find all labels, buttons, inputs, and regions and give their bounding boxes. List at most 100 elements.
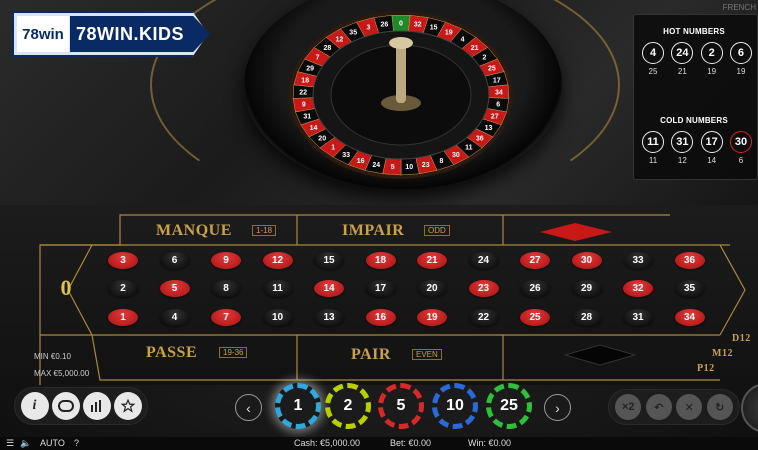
wheel-number-25: 25 xyxy=(488,66,496,73)
auto-play-button[interactable]: AUTO xyxy=(40,438,65,448)
bet-actions: ×2 ↶ ✕ ↻ xyxy=(608,389,740,425)
rebet-icon: ↻ xyxy=(715,401,725,414)
menu-icon[interactable]: ☰ xyxy=(6,438,14,449)
wheel-number-2: 2 xyxy=(482,55,486,62)
wheel-number-13: 13 xyxy=(485,125,493,132)
chip-5[interactable]: 5 xyxy=(378,383,424,429)
statistics-button[interactable] xyxy=(82,392,111,420)
cold-number-count: 11 xyxy=(648,156,658,165)
wheel-number-12: 12 xyxy=(336,37,344,44)
hot-number-count: 19 xyxy=(736,67,746,76)
wheel-number-23: 23 xyxy=(422,162,430,169)
info-button[interactable]: i xyxy=(20,392,49,420)
bet-passe-range: 19-36 xyxy=(219,347,248,358)
number-7[interactable]: 7 xyxy=(211,309,241,326)
number-8[interactable]: 8 xyxy=(211,280,241,297)
number-20[interactable]: 20 xyxy=(417,280,447,297)
spin-button[interactable] xyxy=(741,383,758,433)
number-9[interactable]: 9 xyxy=(211,252,241,269)
number-22[interactable]: 22 xyxy=(468,309,499,326)
number-23[interactable]: 23 xyxy=(468,280,499,297)
wheel-number-3: 3 xyxy=(366,25,370,32)
number-5[interactable]: 5 xyxy=(159,280,190,297)
bet-impair[interactable]: IMPAIR xyxy=(342,222,404,240)
clear-icon: ✕ xyxy=(684,401,694,414)
bet-manque[interactable]: MANQUE xyxy=(156,222,232,240)
hot-numbers-row: 4 25 24 21 2 19 6 19 xyxy=(640,42,754,76)
number-32[interactable]: 32 xyxy=(623,280,653,297)
cold-number-value: 30 xyxy=(729,131,752,153)
number-29[interactable]: 29 xyxy=(571,280,602,297)
undo-button[interactable]: ↶ xyxy=(645,394,672,420)
status-bar: ☰ 🔈 AUTO ? Cash: €5,000.00 Bet: €0.00 Wi… xyxy=(0,437,758,450)
wheel-number-15: 15 xyxy=(430,25,438,32)
help-button[interactable]: ? xyxy=(74,438,79,448)
bet-pair[interactable]: PAIR xyxy=(351,346,391,364)
cold-number-value: 11 xyxy=(642,131,664,153)
rebet-button[interactable]: ↻ xyxy=(706,394,733,420)
number-21[interactable]: 21 xyxy=(417,252,447,269)
chips-next-button[interactable]: › xyxy=(544,394,571,421)
bet-display: Bet: €0.00 xyxy=(390,438,432,448)
number-35[interactable]: 35 xyxy=(674,280,705,297)
wheel-number-5: 5 xyxy=(391,164,395,171)
number-6[interactable]: 6 xyxy=(159,252,190,269)
number-26[interactable]: 26 xyxy=(520,280,550,297)
number-36[interactable]: 36 xyxy=(674,252,705,269)
wheel-number-22: 22 xyxy=(299,89,307,96)
number-11[interactable]: 11 xyxy=(262,280,293,297)
number-12[interactable]: 12 xyxy=(262,252,293,269)
bet-passe[interactable]: PASSE xyxy=(146,344,197,362)
wheel-number-26: 26 xyxy=(381,22,389,29)
dozen-m12[interactable]: M12 xyxy=(712,348,733,359)
chip-1[interactable]: 1 xyxy=(275,383,321,429)
number-14[interactable]: 14 xyxy=(314,280,344,297)
hot-numbers-title: HOT NUMBERS xyxy=(663,27,725,36)
number-3[interactable]: 3 xyxy=(108,252,138,269)
number-17[interactable]: 17 xyxy=(365,280,396,297)
chip-2[interactable]: 2 xyxy=(325,383,371,429)
number-24[interactable]: 24 xyxy=(468,252,499,269)
wheel-number-33: 33 xyxy=(342,152,350,159)
number-25[interactable]: 25 xyxy=(520,309,550,326)
number-15[interactable]: 15 xyxy=(314,252,344,269)
number-13[interactable]: 13 xyxy=(314,309,344,326)
wheel-number-10: 10 xyxy=(405,164,413,171)
number-18[interactable]: 18 xyxy=(365,252,396,269)
wheel-number-16: 16 xyxy=(357,158,365,165)
number-31[interactable]: 31 xyxy=(623,309,653,326)
chip-25[interactable]: 25 xyxy=(486,383,532,429)
wheel-number-14: 14 xyxy=(310,125,318,132)
hot-number-count: 25 xyxy=(648,67,658,76)
double-button[interactable]: ×2 xyxy=(615,394,642,420)
hot-number-2: 24 21 xyxy=(669,42,695,76)
number-34[interactable]: 34 xyxy=(674,309,705,326)
wheel-number-18: 18 xyxy=(301,77,309,84)
hot-number-3: 2 19 xyxy=(699,42,725,76)
number-4[interactable]: 4 xyxy=(159,309,190,326)
chip-10[interactable]: 10 xyxy=(432,383,478,429)
number-33[interactable]: 33 xyxy=(623,252,653,269)
number-10[interactable]: 10 xyxy=(262,309,293,326)
sound-icon[interactable]: 🔈 xyxy=(20,438,31,449)
number-27[interactable]: 27 xyxy=(520,252,550,269)
rouge-diamond[interactable] xyxy=(540,223,612,241)
chips-prev-button[interactable]: ‹ xyxy=(235,394,262,421)
number-2[interactable]: 2 xyxy=(108,280,138,297)
wheel-number-7: 7 xyxy=(316,55,320,62)
dozen-p12[interactable]: P12 xyxy=(697,363,715,374)
clear-button[interactable]: ✕ xyxy=(676,394,703,420)
favourite-bets-button[interactable] xyxy=(113,392,142,420)
cash-display: Cash: €5,000.00 xyxy=(294,438,361,448)
dozen-d12[interactable]: D12 xyxy=(732,333,751,344)
number-19[interactable]: 19 xyxy=(417,309,447,326)
min-limit: MIN €0.10 xyxy=(34,352,71,361)
number-zero[interactable]: 0 xyxy=(52,275,80,303)
number-1[interactable]: 1 xyxy=(108,309,138,326)
noir-diamond[interactable] xyxy=(563,344,637,366)
racetrack-button[interactable] xyxy=(51,392,80,420)
number-16[interactable]: 16 xyxy=(365,309,396,326)
number-28[interactable]: 28 xyxy=(571,309,602,326)
chevron-right-icon: › xyxy=(555,399,560,416)
number-30[interactable]: 30 xyxy=(571,252,602,269)
